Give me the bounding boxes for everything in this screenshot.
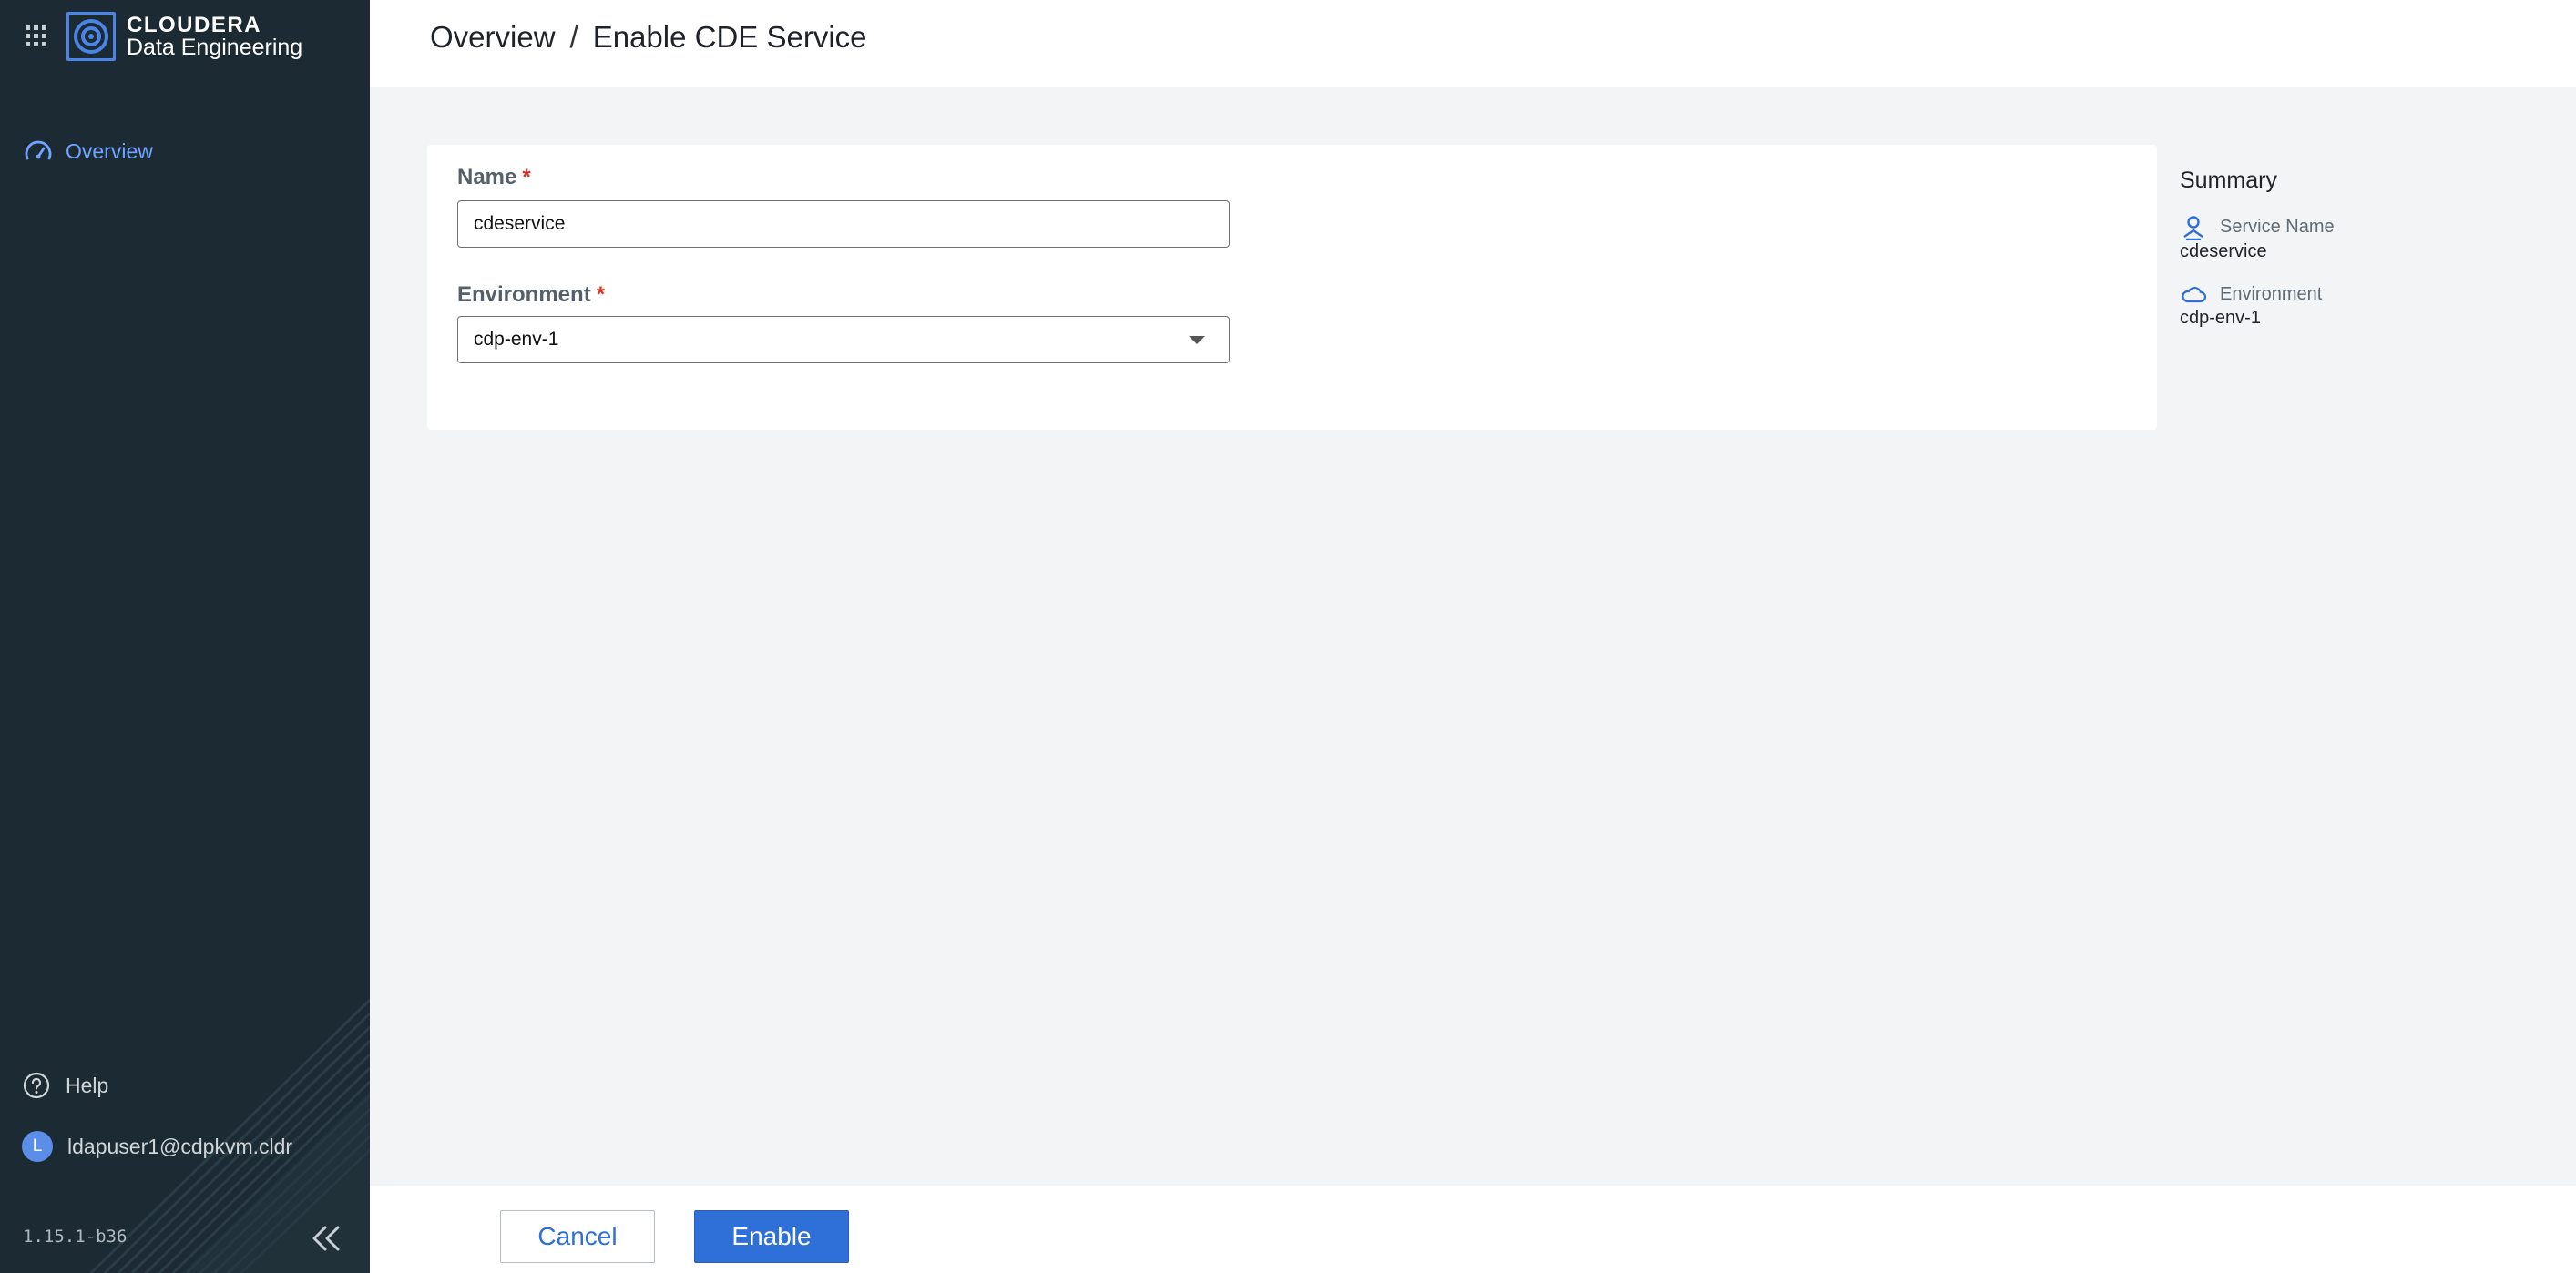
service-icon: [2183, 216, 2203, 240]
form-footer: Cancel Enable: [370, 1186, 2576, 1273]
name-label-text: Name: [457, 165, 517, 189]
collapse-sidebar-icon[interactable]: [310, 1225, 342, 1252]
name-field-label: Name *: [457, 165, 531, 190]
service-name-input[interactable]: [457, 200, 1230, 248]
summary-service-name-row: Service Name: [2180, 213, 2335, 240]
app-switcher-icon[interactable]: [26, 25, 47, 47]
sidebar-item-overview[interactable]: Overview: [22, 133, 153, 169]
avatar: L: [22, 1131, 53, 1162]
cloudera-logo-icon: [66, 12, 116, 61]
gauge-icon: [25, 140, 52, 160]
summary-service-name-value: cdeservice: [2180, 241, 2267, 261]
summary-title: Summary: [2180, 168, 2277, 193]
product-name: Data Engineering: [127, 35, 303, 60]
sidebar-item-label: Overview: [66, 138, 153, 163]
help-icon: [23, 1072, 50, 1099]
cancel-button[interactable]: Cancel: [500, 1210, 655, 1263]
help-label: Help: [66, 1073, 109, 1097]
summary-environment-value: cdp-env-1: [2180, 308, 2261, 328]
environment-select[interactable]: cdp-env-1: [457, 316, 1230, 363]
environment-label-text: Environment: [457, 282, 591, 307]
sidebar-decoration: [89, 998, 370, 1273]
breadcrumb-separator: /: [569, 20, 578, 54]
environment-field-label: Environment *: [457, 282, 605, 308]
breadcrumb: Overview / Enable CDE Service: [430, 20, 867, 55]
summary-environment-row: Environment: [2180, 280, 2322, 308]
version-label: 1.15.1-b36: [23, 1227, 128, 1247]
user-menu[interactable]: L ldapuser1@cdpkvm.cldr: [22, 1131, 292, 1162]
user-name: ldapuser1@cdpkvm.cldr: [67, 1134, 293, 1158]
page-header: Overview / Enable CDE Service: [370, 0, 2576, 87]
enable-button[interactable]: Enable: [694, 1210, 849, 1263]
cloud-icon: [2182, 286, 2207, 303]
summary-environment-key: Environment: [2220, 283, 2323, 304]
breadcrumb-overview[interactable]: Overview: [430, 20, 556, 55]
environment-selected-value: cdp-env-1: [474, 329, 559, 350]
required-marker: *: [522, 165, 531, 189]
chevron-down-icon: [1189, 335, 1205, 344]
sidebar: CLOUDERA Data Engineering Overview Help …: [0, 0, 370, 1273]
form-card: Name* Environment* cdp-env-1: [427, 145, 2157, 430]
required-marker: *: [596, 282, 606, 307]
page-title: Enable CDE Service: [592, 20, 867, 54]
help-link[interactable]: Help: [22, 1071, 108, 1100]
summary-service-name-key: Service Name: [2220, 216, 2335, 237]
